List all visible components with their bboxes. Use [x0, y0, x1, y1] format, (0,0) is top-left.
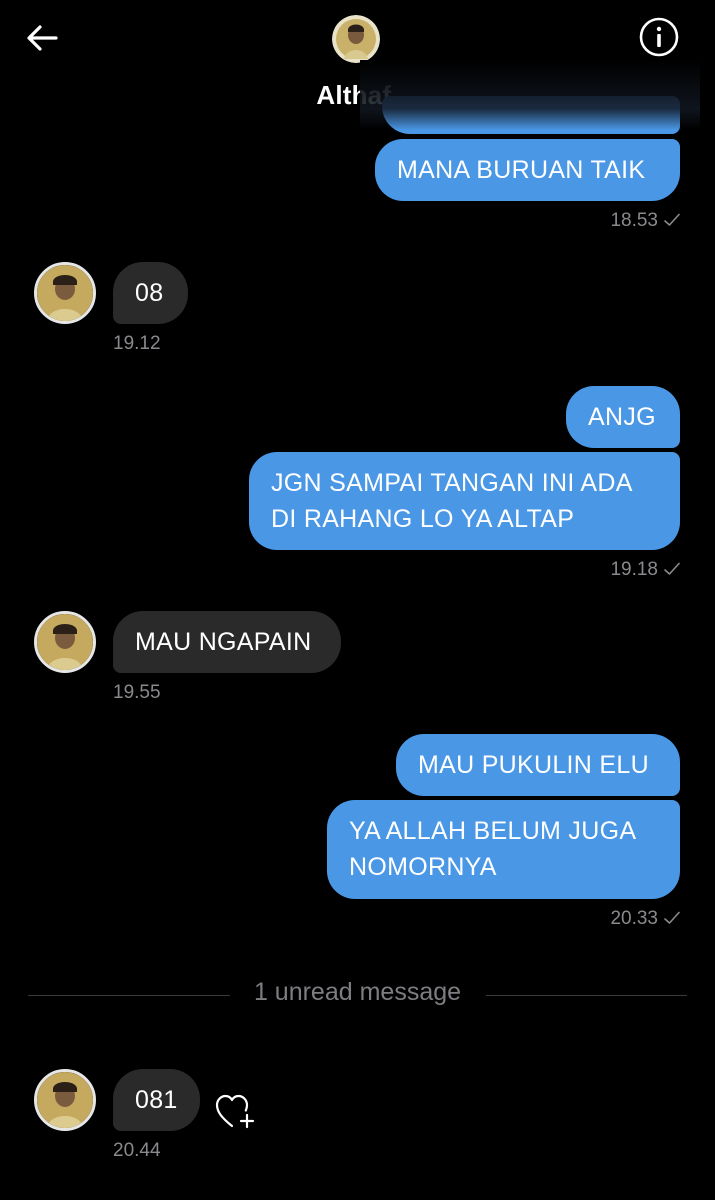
- message-timestamp: 19.12: [113, 333, 161, 354]
- heart-plus-icon[interactable]: [214, 1093, 256, 1131]
- sender-avatar[interactable]: [34, 1069, 96, 1131]
- message-bubble-received[interactable]: 081: [113, 1069, 200, 1131]
- message-text: MAU PUKULIN ELU: [418, 751, 649, 779]
- divider-line-right: [486, 995, 687, 996]
- message-text: 081: [135, 1086, 178, 1114]
- message-bubble-sent[interactable]: MAU PUKULIN ELU: [396, 734, 680, 796]
- message-text-line: NOMORNYA: [349, 853, 497, 881]
- header-avatar[interactable]: [332, 15, 380, 63]
- message-bubble-received[interactable]: 08: [113, 262, 188, 324]
- message-bubble-sent[interactable]: JGN SAMPAI TANGAN INI ADA DI RAHANG LO Y…: [249, 452, 680, 550]
- previous-message-bubble[interactable]: [382, 96, 680, 134]
- message-timestamp: 20.33: [520, 908, 680, 930]
- message-timestamp: 20.44: [113, 1140, 161, 1161]
- message-text: ANJG: [588, 403, 656, 431]
- checkmark-icon: [664, 911, 680, 924]
- message-timestamp: 19.18: [520, 559, 680, 581]
- message-text-line: JGN SAMPAI TANGAN INI ADA: [271, 469, 633, 497]
- message-text: MAU NGAPAIN: [135, 628, 312, 656]
- unread-divider-label: 1 unread message: [253, 978, 462, 1006]
- checkmark-icon: [664, 213, 680, 226]
- checkmark-icon: [664, 562, 680, 575]
- message-text: MANA BURUAN TAIK: [397, 156, 646, 184]
- sender-avatar[interactable]: [34, 262, 96, 324]
- message-timestamp: 19.55: [113, 682, 161, 703]
- message-bubble-sent[interactable]: MANA BURUAN TAIK: [375, 139, 680, 201]
- message-text-line: YA ALLAH BELUM JUGA: [349, 817, 637, 845]
- back-arrow-icon[interactable]: [22, 18, 62, 58]
- sender-avatar[interactable]: [34, 611, 96, 673]
- message-bubble-received[interactable]: MAU NGAPAIN: [113, 611, 341, 673]
- message-text-line: DI RAHANG LO YA ALTAP: [271, 505, 575, 533]
- message-bubble-sent[interactable]: ANJG: [566, 386, 680, 448]
- message-text: 08: [135, 279, 164, 307]
- message-timestamp: 18.53: [520, 210, 680, 232]
- message-bubble-sent[interactable]: YA ALLAH BELUM JUGA NOMORNYA: [327, 800, 680, 899]
- info-icon[interactable]: [638, 16, 680, 58]
